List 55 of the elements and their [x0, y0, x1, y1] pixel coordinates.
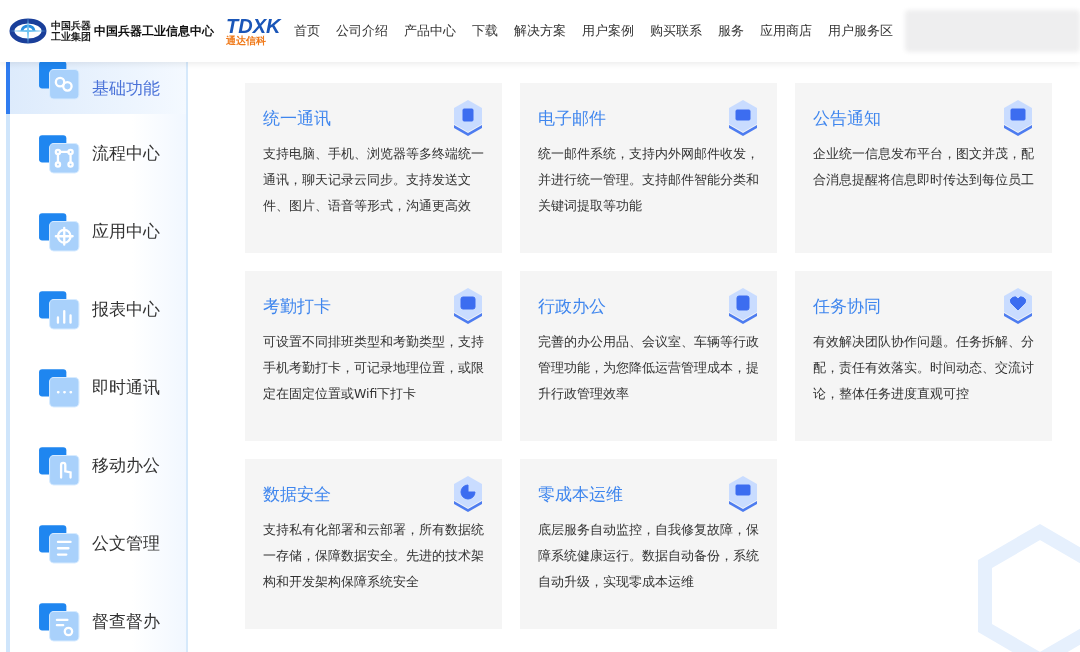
- nav-link[interactable]: 解决方案: [506, 22, 575, 40]
- card-description: 支持电脑、手机、浏览器等多终端统一通讯，聊天记录云同步。支持发送文件、图片、语音等形式，沟通更高效: [263, 145, 484, 215]
- nav-link[interactable]: 用户服务区: [820, 22, 902, 40]
- card-title: 任务协同: [813, 294, 881, 318]
- nav-link[interactable]: 首页: [286, 22, 329, 40]
- logo-center-name: 中国兵器工业信息中心: [94, 22, 214, 40]
- nav-link[interactable]: 应用商店: [752, 22, 821, 40]
- heart-icon: [1002, 286, 1034, 326]
- brand-logo-mark: TDXK: [226, 16, 281, 36]
- sidebar-item[interactable]: 即时通讯: [6, 348, 186, 426]
- feature-card[interactable]: 零成本运维 底层服务自动监控，自我修复故障，保障系统健康运行。数据自动备份，系统自动升级，实现零成本运维: [520, 459, 777, 629]
- feature-card[interactable]: 数据安全 支持私有化部署和云部署，所有数据统一存储，保障数据安全。先进的技术架构和开发架构保障系统安全: [245, 459, 502, 629]
- nav-link[interactable]: 服务: [710, 22, 753, 40]
- nav-link[interactable]: 公司介绍: [328, 22, 397, 40]
- feature-card[interactable]: 行政办公 完善的办公用品、会议室、车辆等行政管理功能，为您降低运营管理成本，提升行政管理效率: [520, 271, 777, 441]
- sidebar-item[interactable]: 流程中心: [6, 114, 186, 192]
- nav-link[interactable]: 用户案例: [574, 22, 643, 40]
- document-icon: [38, 522, 80, 564]
- chat-bubble-icon: [38, 366, 80, 408]
- card-title: 考勤打卡: [263, 294, 331, 318]
- card-description: 完善的办公用品、会议室、车辆等行政管理功能，为您降低运营管理成本，提升行政管理效率: [538, 333, 759, 403]
- logo-group-name: 中国兵器工业集团: [51, 20, 91, 42]
- card-title: 行政办公: [538, 294, 606, 318]
- card-description: 有效解决团队协作问题。任务拆解、分配，责任有效落实。时间动态、交流讨论，整体任务进度直观可控: [813, 333, 1034, 403]
- feature-card[interactable]: 任务协同 有效解决团队协作问题。任务拆解、分配，责任有效落实。时间动态、交流讨论，整体任务进度直观可控: [795, 271, 1052, 441]
- cross-icon: [38, 210, 80, 252]
- feature-card[interactable]: 统一通讯 支持电脑、手机、浏览器等多终端统一通讯，聊天记录云同步。支持发送文件、图片、语音等形式，沟通更高效: [245, 83, 502, 253]
- logo-emblem-icon: [8, 16, 48, 46]
- nav-link[interactable]: 下载: [464, 22, 507, 40]
- card-title: 数据安全: [263, 482, 331, 506]
- card-title: 零成本运维: [538, 482, 623, 506]
- sidebar-item[interactable]: 督查督办: [6, 582, 186, 652]
- brand-logo-name: 通达信科: [226, 36, 266, 46]
- card-description: 支持私有化部署和云部署，所有数据统一存储，保障数据安全。先进的技术架构和开发架构保障系统安全: [263, 521, 484, 591]
- card-description: 企业统一信息发布平台，图文并茂，配合消息提醒将信息即时传达到每位员工: [813, 145, 1034, 189]
- pie-chart-icon: [452, 474, 484, 514]
- nav-link[interactable]: 产品中心: [396, 22, 465, 40]
- sidebar-item[interactable]: 报表中心: [6, 270, 186, 348]
- flowchart-icon: [38, 132, 80, 174]
- card-description: 统一邮件系统，支持内外网邮件收发，并进行统一管理。支持邮件智能分类和关键词提取等功能: [538, 145, 759, 215]
- bar-chart-icon: [38, 288, 80, 330]
- card-description: 可设置不同排班类型和考勤类型，支持手机考勤打卡，可记录地理位置，或限定在固定位置或Wifi下打卡: [263, 333, 484, 403]
- sidebar-item[interactable]: 公文管理: [6, 504, 186, 582]
- feature-card[interactable]: 公告通知 企业统一信息发布平台，图文并茂，配合消息提醒将信息即时传达到每位员工: [795, 83, 1052, 253]
- card-title: 电子邮件: [538, 106, 606, 130]
- envelope-icon: [727, 98, 759, 138]
- card-title: 统一通讯: [263, 106, 331, 130]
- nav-link[interactable]: 购买联系: [642, 22, 711, 40]
- card-description: 底层服务自动监控，自我修复故障，保障系统健康运行。数据自动备份，系统自动升级，实现零成本运维: [538, 521, 759, 591]
- feature-card[interactable]: 考勤打卡 可设置不同排班类型和考勤类型，支持手机考勤打卡，可记录地理位置，或限定在固定位置或Wifi下打卡: [245, 271, 502, 441]
- document-search-icon: [38, 600, 80, 642]
- feature-card[interactable]: 电子邮件 统一邮件系统，支持内外网邮件收发，并进行统一管理。支持邮件智能分类和关键词提取等功能: [520, 83, 777, 253]
- sidebar-item[interactable]: 应用中心: [6, 192, 186, 270]
- card-title: 公告通知: [813, 106, 881, 130]
- sidebar-item[interactable]: 移动办公: [6, 426, 186, 504]
